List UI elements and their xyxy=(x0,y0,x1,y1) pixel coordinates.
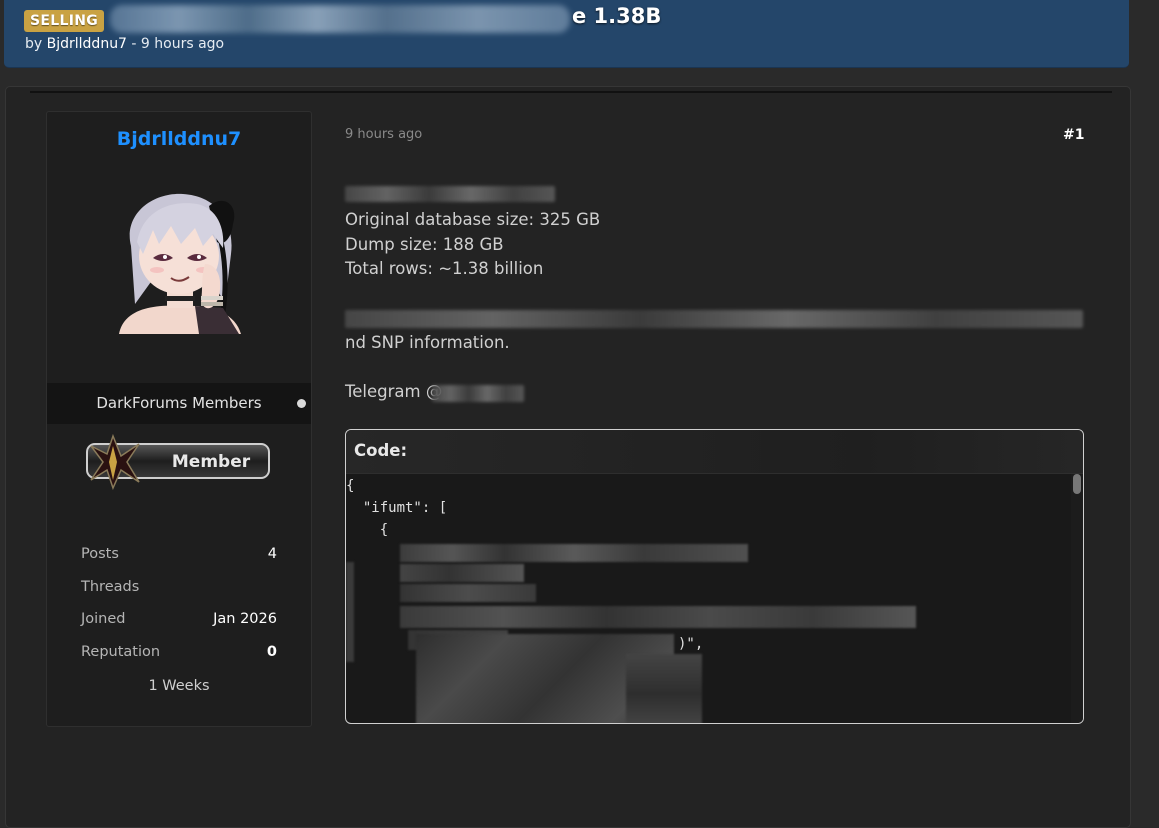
post-line-db-size: Original database size: 325 GB xyxy=(345,210,601,229)
thread-time: 9 hours ago xyxy=(140,36,225,52)
member-rank-badge: Member xyxy=(86,433,270,490)
code-scrollbar-thumb[interactable] xyxy=(1073,474,1081,494)
thread-byline: by Bjdrllddnu7 - 9 hours ago xyxy=(25,36,225,52)
redacted-text xyxy=(345,186,555,202)
member-badge-label: Member xyxy=(172,452,251,472)
post-line-dump-size: Dump size: 188 GB xyxy=(345,235,504,254)
redacted-code xyxy=(346,562,354,662)
code-content[interactable]: { "ifumt": [ { )", xyxy=(346,474,1070,723)
stat-posts: Posts 4 xyxy=(81,546,277,562)
redacted-code xyxy=(400,584,536,602)
post-timestamp: 9 hours ago xyxy=(345,127,423,142)
code-block-header: Code: xyxy=(346,430,1083,474)
thread-prefix-badge[interactable]: SELLING xyxy=(24,10,105,32)
stat-threads: Threads xyxy=(81,578,140,595)
thread-title: e 1.38B xyxy=(572,4,662,28)
redacted-code xyxy=(400,544,748,562)
post-line-total-rows: Total rows: ~1.38 billion xyxy=(345,259,544,278)
user-tenure: 1 Weeks xyxy=(148,678,210,694)
stat-joined: Joined Jan 2026 xyxy=(81,611,277,628)
redacted-text xyxy=(345,310,1083,328)
username-link[interactable]: Bjdrllddnu7 xyxy=(47,128,311,150)
user-group: DarkForums Members xyxy=(47,383,311,424)
redacted-contact xyxy=(432,385,524,402)
code-scrollbar[interactable] xyxy=(1071,474,1083,723)
stat-reputation: Reputation 0 xyxy=(81,644,277,661)
post-number-link[interactable]: #1 xyxy=(1063,127,1084,143)
redacted-title xyxy=(110,5,570,33)
online-status-dot xyxy=(297,399,306,408)
thread-author-link[interactable]: Bjdrllddnu7 xyxy=(47,36,127,52)
post-telegram: Telegram @ xyxy=(345,382,443,401)
post-line-snp: nd SNP information. xyxy=(345,333,510,352)
code-block: Code: { "ifumt": [ { )", xyxy=(345,429,1084,724)
redacted-code xyxy=(400,564,524,582)
page-scrollbar[interactable] xyxy=(1140,0,1159,821)
user-stats: Posts 4 Threads Joined Jan 2026 Reputati… xyxy=(81,546,277,677)
redacted-code xyxy=(400,606,916,628)
thread-header: SELLING e 1.38B by Bjdrllddnu7 - 9 hours… xyxy=(4,0,1129,68)
post-divider xyxy=(30,91,1112,93)
user-panel: Bjdrllddnu7 DarkForums Members Member Po… xyxy=(46,111,312,727)
redacted-code xyxy=(626,654,702,723)
avatar[interactable] xyxy=(113,184,245,336)
